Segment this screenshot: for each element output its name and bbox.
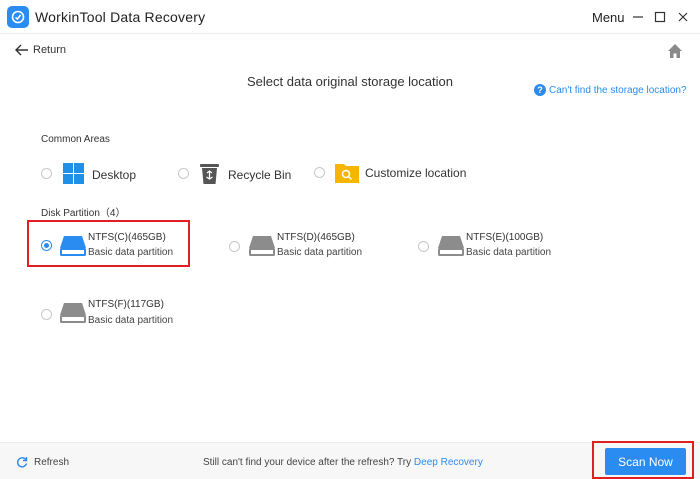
drive-e-type: Basic data partition xyxy=(466,247,552,258)
title-bar: WorkinTool Data Recovery Menu xyxy=(0,0,700,34)
storage-help-link[interactable]: ? Can't find the storage location? xyxy=(534,84,687,96)
drive-e-name: NTFS(E)(100GB) xyxy=(466,232,544,243)
close-icon[interactable] xyxy=(676,10,690,24)
disk-partition-label: Disk Partition（4） xyxy=(41,208,126,219)
drive-c-icon[interactable] xyxy=(59,235,87,257)
question-icon: ? xyxy=(534,84,546,96)
folder-search-icon xyxy=(335,164,359,183)
drive-c-radio[interactable] xyxy=(41,240,52,251)
maximize-icon[interactable] xyxy=(653,10,667,24)
refresh-label: Refresh xyxy=(34,456,70,468)
arrow-left-icon xyxy=(15,44,28,56)
minimize-icon[interactable] xyxy=(631,10,645,24)
footer-message: Still can't find your device after the r… xyxy=(203,457,483,468)
drive-d-type: Basic data partition xyxy=(277,247,363,258)
drive-e-radio[interactable] xyxy=(418,241,429,252)
help-link-label: Can't find the storage location? xyxy=(549,84,687,96)
drive-d-name: NTFS(D)(465GB) xyxy=(277,232,355,243)
drive-c-type: Basic data partition xyxy=(88,247,174,258)
recycle-bin-label[interactable]: Recycle Bin xyxy=(228,168,291,182)
scan-now-button[interactable]: Scan Now xyxy=(605,448,686,475)
return-label: Return xyxy=(33,44,67,56)
customize-location-label[interactable]: Customize location xyxy=(365,166,466,180)
drive-e-icon[interactable] xyxy=(437,235,465,257)
desktop-label[interactable]: Desktop xyxy=(92,168,136,182)
common-areas-label: Common Areas xyxy=(41,134,110,145)
windows-icon xyxy=(63,163,84,184)
drive-f-radio[interactable] xyxy=(41,309,52,320)
drive-f-name: NTFS(F)(117GB) xyxy=(88,299,164,310)
customize-location-radio[interactable] xyxy=(314,167,325,178)
refresh-icon xyxy=(16,457,28,468)
app-logo-icon xyxy=(7,6,29,28)
home-icon[interactable] xyxy=(666,42,684,60)
recycle-bin-icon xyxy=(200,164,219,184)
drive-f-icon[interactable] xyxy=(59,302,87,324)
drive-f-type: Basic data partition xyxy=(88,315,174,326)
return-button[interactable]: Return xyxy=(15,44,66,56)
footer-message-text: Still can't find your device after the r… xyxy=(203,457,414,468)
deep-recovery-link[interactable]: Deep Recovery xyxy=(414,457,483,468)
drive-d-radio[interactable] xyxy=(229,241,240,252)
desktop-radio[interactable] xyxy=(41,168,52,179)
drive-c-name: NTFS(C)(465GB) xyxy=(88,232,166,243)
drive-d-icon[interactable] xyxy=(248,235,276,257)
menu-button[interactable]: Menu xyxy=(592,10,625,25)
recycle-bin-radio[interactable] xyxy=(178,168,189,179)
app-title: WorkinTool Data Recovery xyxy=(35,9,206,25)
refresh-button[interactable]: Refresh xyxy=(16,456,69,468)
